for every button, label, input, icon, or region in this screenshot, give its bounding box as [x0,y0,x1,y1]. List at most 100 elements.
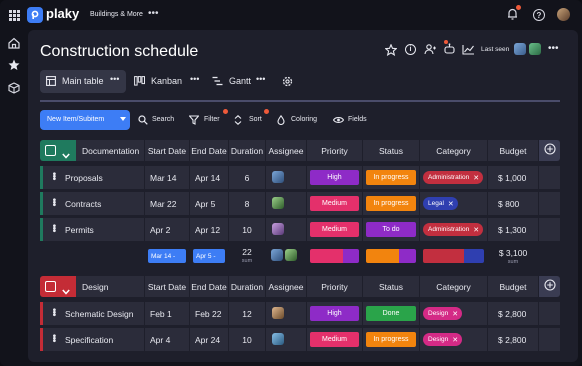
category-cell[interactable]: Design ✕ [420,302,487,325]
status-pill[interactable]: Done [366,306,416,321]
column-header[interactable]: Priority [307,140,362,161]
category-cell[interactable]: Administration ✕ [420,166,487,189]
help-icon[interactable]: ? [533,9,545,21]
budget-cell[interactable]: $ 2,800 [488,302,538,325]
start-cell[interactable]: Mar 22 [145,192,189,215]
select-checkbox[interactable] [45,281,56,292]
item-name-cell[interactable]: ••• Proposals [43,166,144,189]
status-pill[interactable]: In progress [366,170,416,185]
end-cell[interactable]: Apr 5 [190,192,228,215]
avatar[interactable] [272,223,284,235]
column-header[interactable]: Priority [307,276,362,297]
assignee-cell[interactable] [266,302,306,325]
budget-cell[interactable]: $ 1,000 [488,166,538,189]
drag-handle-icon[interactable]: ••• [48,172,59,180]
drag-handle-icon[interactable]: ••• [48,308,59,316]
duration-cell[interactable]: 10 [229,218,265,241]
column-header[interactable]: Status [363,276,419,297]
status-cell[interactable]: In progress [363,328,419,351]
item-name-cell[interactable]: ••• Permits [43,218,144,241]
end-cell[interactable]: Apr 12 [190,218,228,241]
table-row[interactable]: ••• Schematic Design Feb 1 Feb 22 12 High Done… [40,302,560,325]
table-row[interactable]: ••• Contracts Mar 22 Apr 5 8 Medium In progres… [40,192,560,215]
bell-icon[interactable] [506,8,518,20]
remove-tag-icon[interactable]: ✕ [473,226,479,234]
select-checkbox[interactable] [45,145,56,156]
summary-date-range[interactable]: Mar 14 - [148,249,186,263]
workspace-name[interactable]: Buildings & More [90,11,143,18]
column-header[interactable]: End Date [190,140,228,161]
user-avatar[interactable] [557,8,570,21]
avatar[interactable] [272,333,284,345]
category-cell[interactable]: Administration ✕ [420,218,487,241]
item-name[interactable]: Permits [65,225,94,235]
assignee-cell[interactable] [266,192,306,215]
add-column-button[interactable] [539,140,560,161]
column-header[interactable]: End Date [190,276,228,297]
table-row[interactable]: ••• Proposals Mar 14 Apr 14 6 High In progress… [40,166,560,189]
priority-cell[interactable]: High [307,302,362,325]
remove-tag-icon[interactable]: ✕ [452,310,458,318]
chevron-down-icon[interactable] [62,146,70,164]
assignee-cell[interactable] [266,218,306,241]
cube-icon[interactable] [8,82,20,94]
add-column-button[interactable] [539,276,560,297]
assignee-cell[interactable] [266,166,306,189]
column-header[interactable]: Category [420,140,487,161]
table-row[interactable]: ••• Permits Apr 2 Apr 12 10 Medium To do Admini… [40,218,560,241]
budget-cell[interactable]: $ 2,800 [488,328,538,351]
avatar[interactable] [272,307,284,319]
column-header[interactable]: Assignee [266,276,306,297]
status-cell[interactable]: Done [363,302,419,325]
category-tag[interactable]: Administration ✕ [423,223,484,236]
priority-cell[interactable]: High [307,166,362,189]
item-name[interactable]: Contracts [65,199,101,209]
group-name-cell[interactable]: Design [76,276,144,297]
drag-handle-icon[interactable]: ••• [48,224,59,232]
start-cell[interactable]: Apr 2 [145,218,189,241]
remove-tag-icon[interactable]: ✕ [473,174,479,182]
category-tag[interactable]: Administration ✕ [423,171,484,184]
item-name-cell[interactable]: ••• Specification [43,328,144,351]
end-cell[interactable]: Feb 22 [190,302,228,325]
home-icon[interactable] [8,37,20,49]
column-header[interactable]: Start Date [145,140,189,161]
column-header[interactable]: Budget [488,276,538,297]
apps-grid-icon[interactable] [8,9,20,21]
group-name[interactable]: Design [82,282,108,292]
priority-cell[interactable]: Medium [307,328,362,351]
status-pill[interactable]: In progress [366,332,416,347]
column-header[interactable]: Assignee [266,140,306,161]
status-cell[interactable]: In progress [363,166,419,189]
item-name[interactable]: Specification [65,335,113,345]
drag-handle-icon[interactable]: ••• [48,198,59,206]
priority-pill[interactable]: Medium [310,196,359,211]
remove-tag-icon[interactable]: ✕ [448,200,454,208]
avatar[interactable] [272,171,284,183]
column-header[interactable]: Start Date [145,276,189,297]
category-tag[interactable]: Design ✕ [423,333,463,346]
assignee-cell[interactable] [266,328,306,351]
star-icon[interactable] [8,59,20,71]
column-header[interactable]: Duration [229,276,265,297]
item-name-cell[interactable]: ••• Schematic Design [43,302,144,325]
column-header[interactable]: Duration [229,140,265,161]
priority-cell[interactable]: Medium [307,218,362,241]
priority-pill[interactable]: Medium [310,332,359,347]
budget-cell[interactable]: $ 1,300 [488,218,538,241]
end-cell[interactable]: Apr 14 [190,166,228,189]
status-pill[interactable]: In progress [366,196,416,211]
item-name-cell[interactable]: ••• Contracts [43,192,144,215]
duration-cell[interactable]: 12 [229,302,265,325]
workspace-more-icon[interactable]: ••• [148,8,159,19]
category-cell[interactable]: Design ✕ [420,328,487,351]
category-tag[interactable]: Design ✕ [423,307,463,320]
group-header-handle[interactable] [40,140,76,161]
item-name[interactable]: Schematic Design [65,309,134,319]
priority-cell[interactable]: Medium [307,192,362,215]
drag-handle-icon[interactable]: ••• [48,334,59,342]
duration-cell[interactable]: 8 [229,192,265,215]
start-cell[interactable]: Feb 1 [145,302,189,325]
summary-date-range[interactable]: Apr 5 - [193,249,225,263]
column-header[interactable]: Status [363,140,419,161]
